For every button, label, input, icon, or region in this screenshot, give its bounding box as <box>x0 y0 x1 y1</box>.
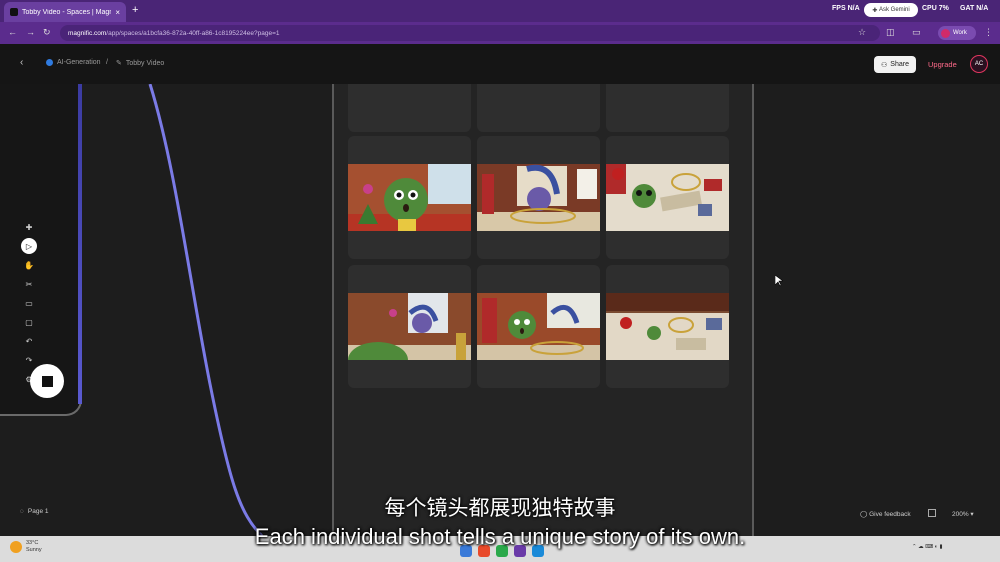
scissors-icon[interactable]: ✂ <box>21 276 37 292</box>
profile-label: Work <box>953 30 967 36</box>
redo-icon[interactable]: ↷ <box>21 352 37 368</box>
cpu-label: CPU 7% <box>922 5 949 12</box>
tab-favicon-icon <box>10 8 18 16</box>
subtitle-english: Each individual shot tells a unique stor… <box>254 524 746 549</box>
image-card[interactable] <box>477 136 600 259</box>
users-icon: ⚇ <box>881 61 888 69</box>
image-board[interactable] <box>332 84 754 536</box>
ask-gemini-button[interactable]: ✚ Ask Gemini <box>864 3 918 17</box>
breadcrumb-tobby-video[interactable]: ✎ Tobby Video <box>116 59 165 68</box>
new-tab-button[interactable]: + <box>132 4 138 16</box>
browser-tab-bar: Tobby Video - Spaces | Magnif × + FPS N/… <box>0 0 1000 22</box>
forward-arrow-icon[interactable]: → <box>26 27 35 37</box>
url-path: /app/spaces/a1bcfa36-872a-40ff-a86-1c819… <box>106 29 280 37</box>
share-button[interactable]: ⚇ Share <box>874 56 916 73</box>
image-card[interactable] <box>606 136 729 259</box>
menu-kebab-icon[interactable]: ⋮ <box>984 27 993 38</box>
generated-image[interactable] <box>606 293 729 360</box>
add-icon[interactable]: ✚ <box>21 219 37 235</box>
generated-image[interactable] <box>477 164 600 231</box>
extensions-icon[interactable]: ◫ <box>886 27 895 38</box>
tab-title: Tobby Video - Spaces | Magnif <box>22 8 112 16</box>
breadcrumb-ai-generation[interactable]: AI-Generation <box>46 59 101 66</box>
tab-close-icon[interactable]: × <box>115 8 120 17</box>
back-arrow-icon[interactable]: ← <box>8 27 17 37</box>
hand-icon[interactable]: ✋ <box>21 257 37 273</box>
generated-image[interactable] <box>348 293 471 360</box>
fps-label: FPS N/A <box>832 5 860 12</box>
subtitle-chinese: 每个镜头都展现独特故事 <box>384 496 616 520</box>
profile-button[interactable]: Work <box>938 26 976 40</box>
space-icon: ✎ <box>116 60 122 67</box>
stop-icon <box>41 375 53 387</box>
generated-image[interactable] <box>606 164 729 231</box>
image-card[interactable] <box>348 84 471 132</box>
upgrade-link[interactable]: Upgrade <box>928 60 957 69</box>
select-cursor-icon[interactable]: ▷ <box>21 238 37 254</box>
browser-tab[interactable]: Tobby Video - Spaces | Magnif × <box>4 2 126 22</box>
breadcrumb-label: Tobby Video <box>125 59 165 67</box>
image-card[interactable] <box>348 265 471 388</box>
comment-icon[interactable]: ▢ <box>21 314 37 330</box>
spaces-canvas[interactable]: ✚ ▷ ✋ ✂ ▭ ▢ ↶ ↷ ⚙ ◌ Page 1 ◯ Give feedba… <box>0 84 1000 536</box>
stop-recording-button[interactable] <box>30 364 64 398</box>
breadcrumb-separator: / <box>106 59 108 66</box>
image-card[interactable] <box>477 265 600 388</box>
url-field[interactable]: magnific.com/app/spaces/a1bcfa36-872a-40… <box>60 25 880 41</box>
ai-generation-icon <box>46 59 53 66</box>
image-card[interactable] <box>606 265 729 388</box>
image-card[interactable] <box>606 84 729 132</box>
url-site: magnific.com <box>68 29 107 37</box>
gpu-label: GAT N/A <box>960 5 989 12</box>
reload-icon[interactable]: ↻ <box>43 27 51 38</box>
browser-address-bar: ← → ↻ magnific.com/app/spaces/a1bcfa36-8… <box>0 22 1000 44</box>
profile-avatar-icon <box>941 28 950 38</box>
cast-icon[interactable]: ▭ <box>912 27 921 38</box>
share-label: Share <box>890 61 909 68</box>
panel-edge <box>78 84 82 404</box>
frame-icon[interactable]: ▭ <box>21 295 37 311</box>
bookmark-star-icon[interactable]: ☆ <box>858 27 866 38</box>
image-card[interactable] <box>348 136 471 259</box>
breadcrumb-label: AI-Generation <box>57 59 101 66</box>
mouse-cursor-icon <box>775 275 783 287</box>
user-avatar[interactable]: AC <box>970 55 988 73</box>
back-chevron-icon[interactable]: ‹ <box>20 57 23 68</box>
app-header: ‹ AI-Generation / ✎ Tobby Video ⚇ Share … <box>0 44 1000 84</box>
generated-image[interactable] <box>477 293 600 360</box>
undo-icon[interactable]: ↶ <box>21 333 37 349</box>
generated-image[interactable] <box>348 164 471 231</box>
image-card[interactable] <box>477 84 600 132</box>
